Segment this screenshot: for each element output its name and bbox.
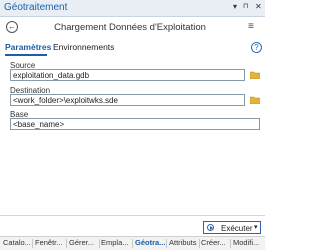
help-icon[interactable]: ? bbox=[251, 42, 262, 53]
divider bbox=[99, 239, 100, 248]
divider bbox=[230, 239, 231, 248]
pane-tab-catalog[interactable]: Catalo... bbox=[3, 238, 31, 247]
tab-environments[interactable]: Environnements bbox=[53, 42, 114, 52]
pane-tab-windows[interactable]: Fenêtr... bbox=[35, 238, 63, 247]
destination-folder-icon[interactable] bbox=[250, 96, 260, 104]
tab-parameters[interactable]: Paramètres bbox=[5, 42, 51, 52]
active-tab-indicator bbox=[5, 54, 47, 56]
pane-title: Géotraitement bbox=[4, 2, 68, 13]
divider bbox=[199, 239, 200, 248]
run-button[interactable]: Exécuter ▾ bbox=[203, 221, 261, 234]
pane-tab-attributes[interactable]: Attributs bbox=[169, 238, 197, 247]
tool-title: Chargement Données d'Exploitation bbox=[54, 22, 206, 33]
pane-tab-create[interactable]: Créer... bbox=[201, 238, 226, 247]
divider bbox=[66, 239, 67, 248]
close-icon[interactable]: ✕ bbox=[255, 2, 262, 11]
pane-titlebar: Géotraitement ▾ ⊓ ✕ bbox=[0, 0, 265, 17]
source-input[interactable]: exploitation_data.gdb bbox=[10, 69, 245, 81]
pane-tab-manage[interactable]: Gérer... bbox=[69, 238, 94, 247]
menu-icon[interactable]: ≡ bbox=[248, 21, 258, 32]
base-input[interactable]: <base_name> bbox=[10, 118, 260, 130]
pane-tab-modify[interactable]: Modifi... bbox=[233, 238, 259, 247]
pane-options-icon[interactable]: ▾ bbox=[233, 2, 237, 11]
divider bbox=[32, 239, 33, 248]
play-icon bbox=[207, 224, 214, 231]
pin-icon[interactable]: ⊓ bbox=[243, 2, 248, 10]
pane-tab-geoprocessing[interactable]: Géotra... bbox=[135, 238, 165, 247]
divider bbox=[132, 239, 133, 248]
run-dropdown-icon[interactable]: ▾ bbox=[254, 223, 258, 231]
back-arrow-icon[interactable]: ← bbox=[6, 21, 18, 33]
divider bbox=[166, 239, 167, 248]
pane-tab-strip: Catalo... Fenêtr... Gérer... Empla... Gé… bbox=[0, 236, 265, 250]
tool-header: ← Chargement Données d'Exploitation ≡ bbox=[0, 17, 265, 39]
pane-tab-locations[interactable]: Empla... bbox=[101, 238, 129, 247]
source-folder-icon[interactable] bbox=[250, 71, 260, 79]
run-button-label: Exécuter bbox=[221, 223, 253, 233]
destination-input[interactable]: <work_folder>\exploitwks.sde bbox=[10, 94, 245, 106]
